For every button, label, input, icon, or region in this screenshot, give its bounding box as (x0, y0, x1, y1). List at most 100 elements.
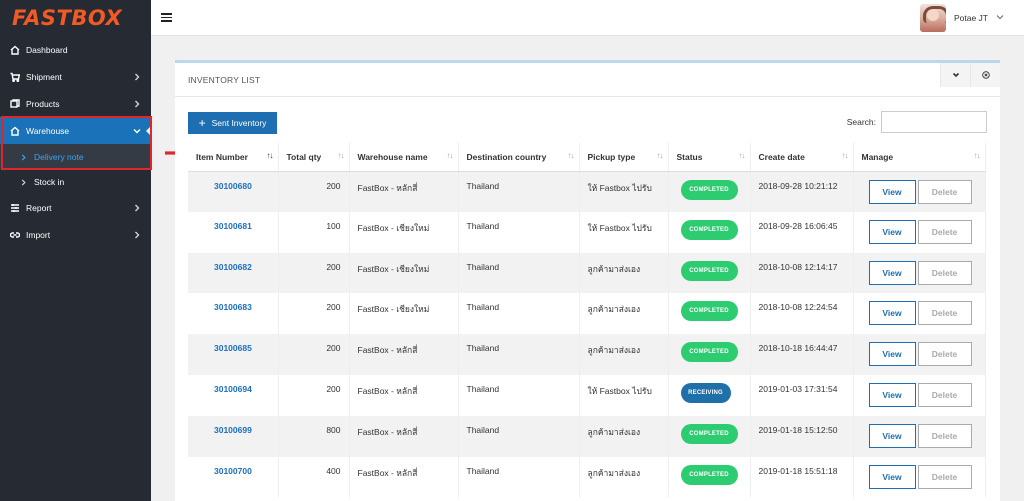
sidebar-item-label: Warehouse (26, 125, 70, 136)
status-cell: COMPLETED (668, 293, 751, 335)
item-number-cell: 30100680 (188, 171, 279, 212)
create-date-cell: 2018-09-28 16:06:45 (750, 211, 854, 253)
item-number-link[interactable]: 30100694 (196, 384, 252, 394)
status-cell: COMPLETED (668, 252, 751, 294)
search-wrap: Search: (847, 111, 987, 133)
warehouse-name-cell: FastBox - หลักสี่ (349, 415, 459, 457)
close-icon (981, 71, 990, 79)
user-menu[interactable]: Potae JT (919, 3, 1004, 33)
table-toolbar: + Sent Inventory Search: (188, 111, 987, 134)
sidebar-item-warehouse[interactable]: Warehouse (0, 117, 151, 144)
total-qty-cell: 200 (278, 252, 350, 294)
item-number-link[interactable]: 30100680 (196, 181, 252, 191)
column-header-status[interactable]: Status ↑↓ (668, 143, 751, 172)
column-header-manage[interactable]: Manage ↑↓ (853, 143, 986, 172)
table-body: 30100680 200 FastBox - หลักสี่ Thailand ให้ … (188, 171, 986, 498)
column-header-pickup-type[interactable]: Pickup type ↑↓ (579, 143, 669, 172)
status-cell: COMPLETED (668, 415, 751, 457)
view-button[interactable]: View (868, 423, 916, 448)
delete-button[interactable]: Delete (917, 260, 972, 285)
status-badge: COMPLETED (680, 342, 738, 363)
sort-icon: ↑↓ (656, 151, 664, 160)
view-button[interactable]: View (868, 219, 916, 244)
warehouse-name-cell: FastBox - หลักสี่ (349, 456, 459, 498)
sidebar-item-dashboard[interactable]: Dashboard (0, 36, 151, 63)
view-button[interactable]: View (868, 382, 916, 407)
column-header-destination-country[interactable]: Destination country ↑↓ (458, 143, 580, 172)
delete-button[interactable]: Delete (917, 219, 972, 244)
item-number-cell: 30100694 (188, 374, 279, 416)
column-header-warehouse-name[interactable]: Warehouse name ↑↓ (349, 143, 459, 172)
delete-button[interactable]: Delete (917, 382, 972, 407)
destination-country-cell: Thailand (458, 293, 580, 335)
table-row: 30100699 800 FastBox - หลักสี่ Thailand ลูกค… (188, 415, 986, 457)
total-qty-cell: 200 (278, 293, 350, 335)
hamburger-menu-icon[interactable] (161, 13, 172, 22)
status-cell: RECEIVING (668, 374, 751, 416)
chevron-right-icon (133, 100, 141, 108)
sidebar-item-label: Products (26, 98, 60, 109)
panel-header: INVENTORY LIST (175, 63, 1000, 97)
total-qty-cell: 200 (278, 334, 350, 375)
item-number-link[interactable]: 30100681 (196, 221, 252, 231)
item-number-cell: 30100685 (188, 334, 279, 375)
status-cell: COMPLETED (668, 456, 751, 498)
fastbox-logo[interactable]: FASTBOX (0, 0, 151, 36)
status-cell: COMPLETED (668, 171, 751, 212)
sidebar-item-import[interactable]: Import (0, 221, 151, 248)
sidebar-item-shipment[interactable]: Shipment (0, 63, 151, 90)
sidebar-subitem-delivery-note[interactable]: Delivery note (0, 144, 151, 169)
delete-button[interactable]: Delete (917, 301, 972, 326)
sidebar-item-report[interactable]: Report (0, 194, 151, 221)
delete-button[interactable]: Delete (917, 179, 972, 204)
sent-inventory-button[interactable]: + Sent Inventory (188, 112, 277, 134)
create-date-cell: 2018-10-08 12:14:17 (750, 252, 854, 294)
status-badge: COMPLETED (680, 260, 738, 281)
column-header-item-number[interactable]: Item Number ↑↓ (188, 143, 279, 172)
view-button[interactable]: View (868, 342, 916, 367)
total-qty-cell: 400 (278, 456, 350, 498)
delete-button[interactable]: Delete (917, 464, 972, 489)
pickup-type-cell: ให้ Fastbox ไปรับ (579, 374, 669, 416)
pickup-type-cell: ลูกค้ามาส่งเอง (579, 415, 669, 457)
warehouse-name-cell: FastBox - หลักสี่ (349, 171, 459, 212)
table-row: 30100685 200 FastBox - หลักสี่ Thailand ลูกค… (188, 334, 986, 375)
manage-cell: View Delete (853, 374, 986, 416)
sort-icon: ↑↓ (446, 151, 454, 160)
destination-country-cell: Thailand (458, 415, 580, 457)
total-qty-cell: 100 (278, 211, 350, 253)
sidebar-subitem-stock-in[interactable]: Stock in (0, 169, 151, 194)
item-number-cell: 30100683 (188, 293, 279, 335)
search-input[interactable] (881, 111, 987, 133)
sidebar-item-label: Import (26, 229, 51, 240)
create-date-cell: 2019-01-18 15:51:18 (750, 456, 854, 498)
destination-country-cell: Thailand (458, 211, 580, 253)
plus-icon: + (198, 116, 206, 130)
column-header-total-qty[interactable]: Total qty ↑↓ (278, 143, 350, 172)
view-button[interactable]: View (868, 260, 916, 285)
delete-button[interactable]: Delete (917, 423, 972, 448)
status-badge: RECEIVING (680, 382, 731, 403)
search-label: Search: (846, 117, 876, 127)
inventory-panel: INVENTORY LIST + Sent Inventory Search: … (175, 60, 1000, 501)
sidebar-item-products[interactable]: Products (0, 90, 151, 117)
item-number-link[interactable]: 30100700 (196, 466, 252, 476)
destination-country-cell: Thailand (458, 252, 580, 294)
column-header-create-date[interactable]: Create date ↑↓ (750, 143, 854, 172)
item-number-link[interactable]: 30100699 (196, 425, 252, 435)
view-button[interactable]: View (868, 301, 916, 326)
inventory-table: Item Number ↑↓ Total qty ↑↓ Warehouse name… (188, 143, 986, 498)
warehouse-name-cell: FastBox - หลักสี่ (349, 374, 459, 416)
view-button[interactable]: View (868, 464, 916, 489)
view-button[interactable]: View (868, 179, 916, 204)
item-number-link[interactable]: 30100685 (196, 343, 252, 353)
destination-country-cell: Thailand (458, 334, 580, 375)
collapse-button[interactable] (940, 63, 970, 87)
pickup-type-cell: ลูกค้ามาส่งเอง (579, 252, 669, 294)
item-number-link[interactable]: 30100683 (196, 302, 252, 312)
close-button[interactable] (970, 63, 1000, 87)
sidebar-subitem-label: Delivery note (34, 151, 84, 162)
sort-icon: ↑↓ (567, 151, 575, 160)
delete-button[interactable]: Delete (917, 342, 972, 367)
item-number-link[interactable]: 30100682 (196, 262, 252, 272)
